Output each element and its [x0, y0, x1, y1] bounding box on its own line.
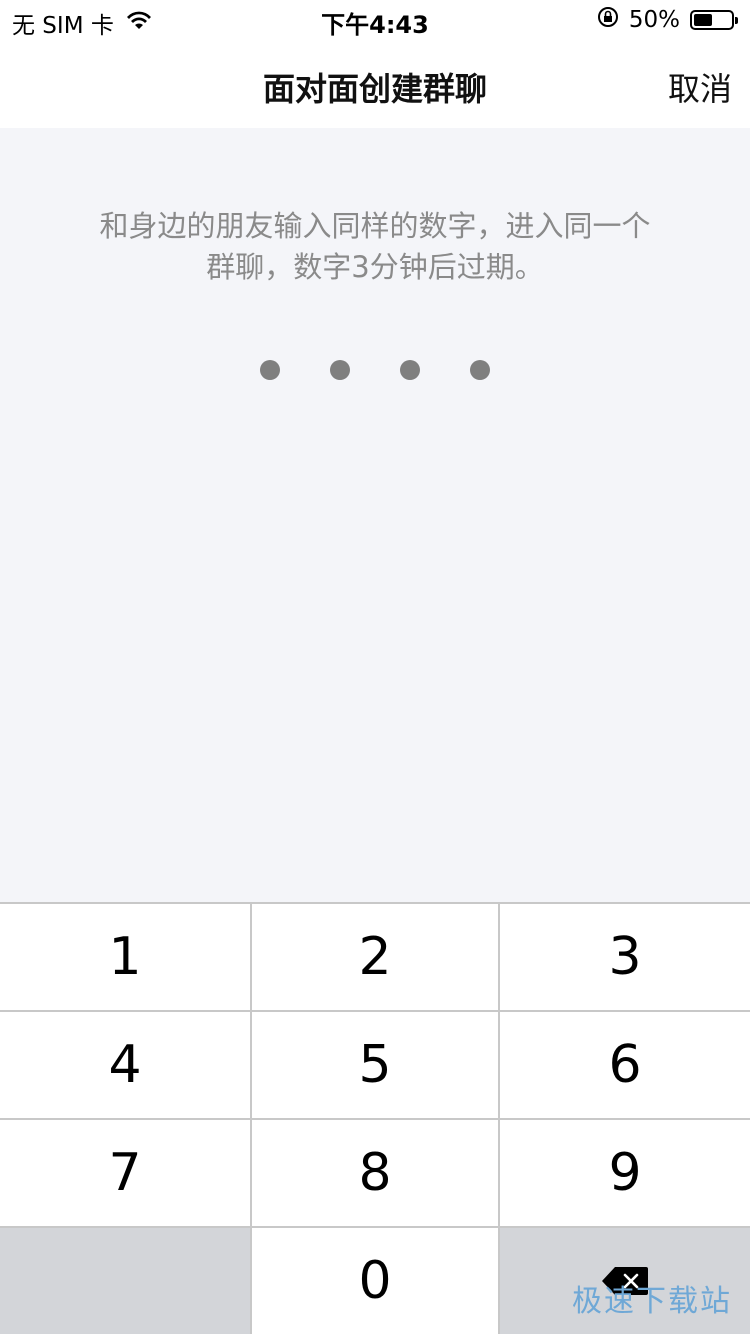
key-label: 3 — [608, 927, 642, 987]
status-bar: 无 SIM 卡 下午4:43 50% — [0, 0, 750, 40]
status-right: 50% — [597, 6, 738, 34]
key-2[interactable]: 2 — [252, 904, 498, 1010]
key-label: 0 — [358, 1251, 392, 1311]
key-label: 6 — [608, 1035, 642, 1095]
key-label: 9 — [608, 1143, 642, 1203]
key-label: 1 — [108, 927, 142, 987]
key-label: 2 — [358, 927, 392, 987]
pin-dots — [0, 360, 750, 380]
number-keypad: 1 2 3 4 5 6 7 8 9 0 — [0, 902, 750, 1334]
key-3[interactable]: 3 — [500, 904, 750, 1010]
key-0[interactable]: 0 — [252, 1228, 498, 1334]
battery-icon — [690, 10, 738, 30]
key-label: 4 — [108, 1035, 142, 1095]
key-5[interactable]: 5 — [252, 1012, 498, 1118]
pin-dot — [400, 360, 420, 380]
cancel-button[interactable]: 取消 — [668, 64, 732, 110]
key-8[interactable]: 8 — [252, 1120, 498, 1226]
pin-dot — [330, 360, 350, 380]
nav-bar: 面对面创建群聊 取消 — [0, 40, 750, 128]
key-1[interactable]: 1 — [0, 904, 250, 1010]
orientation-lock-icon — [597, 6, 619, 34]
instruction-text: 和身边的朋友输入同样的数字，进入同一个 群聊，数字3分钟后过期。 — [55, 206, 695, 288]
watermark: 极速下载站 — [572, 1284, 732, 1319]
key-label: 7 — [108, 1143, 142, 1203]
key-7[interactable]: 7 — [0, 1120, 250, 1226]
instruction-line-1: 和身边的朋友输入同样的数字，进入同一个 — [99, 209, 651, 243]
key-4[interactable]: 4 — [0, 1012, 250, 1118]
pin-dot — [260, 360, 280, 380]
key-9[interactable]: 9 — [500, 1120, 750, 1226]
key-label: 8 — [358, 1143, 392, 1203]
keypad-blank — [0, 1228, 250, 1334]
face-to-face-group-screen: 无 SIM 卡 下午4:43 50% 面对面创建群聊 取消 和身边的朋友输入同样… — [0, 0, 750, 1334]
page-title: 面对面创建群聊 — [262, 70, 487, 108]
instruction-line-2: 群聊，数字3分钟后过期。 — [206, 250, 544, 284]
battery-percent: 50% — [628, 7, 680, 33]
content-area: 和身边的朋友输入同样的数字，进入同一个 群聊，数字3分钟后过期。 — [0, 128, 750, 902]
key-6[interactable]: 6 — [500, 1012, 750, 1118]
pin-dot — [470, 360, 490, 380]
key-label: 5 — [358, 1035, 392, 1095]
battery-level — [694, 14, 712, 26]
